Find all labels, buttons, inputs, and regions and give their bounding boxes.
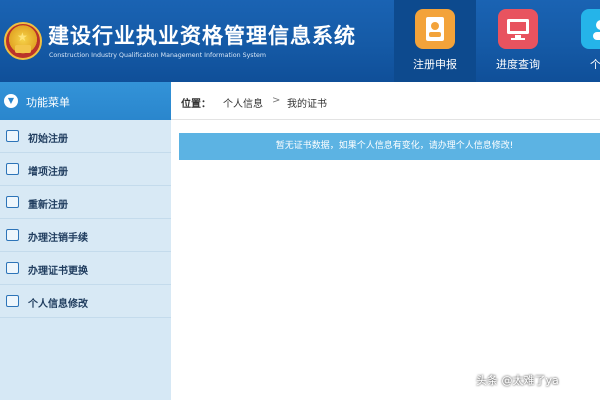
sidebar-item-label: 办理证书更换 — [28, 266, 88, 277]
sidebar-item-initial-registration[interactable]: 初始注册 — [0, 120, 171, 153]
chevron-down-icon: ▼ — [4, 94, 18, 108]
tab-label: 个人 — [590, 58, 600, 71]
grid-icon — [6, 295, 19, 307]
calendar-icon — [6, 262, 19, 274]
sidebar-item-label: 初始注册 — [28, 134, 68, 145]
sidebar-item-label: 增项注册 — [28, 167, 68, 178]
tab-label: 进度查询 — [496, 58, 540, 71]
monitor-icon — [498, 9, 538, 49]
sidebar: ▼ 功能菜单 初始注册 增项注册 重新注册 办理注销手续 办理证书更换 个人信息… — [0, 82, 171, 400]
sidebar-item-certificate-replacement[interactable]: 办理证书更换 — [0, 252, 171, 285]
tab-personal[interactable]: 个人 — [560, 0, 600, 82]
sidebar-item-additional-registration[interactable]: 增项注册 — [0, 153, 171, 186]
sidebar-item-label: 办理注销手续 — [28, 233, 88, 244]
tab-label: 注册申报 — [413, 58, 457, 71]
sidebar-item-label: 个人信息修改 — [28, 299, 88, 310]
tab-progress-query[interactable]: 进度查询 — [477, 0, 559, 82]
person-icon — [581, 9, 600, 49]
breadcrumb-separator: > — [272, 95, 281, 106]
national-emblem-icon: ★ — [4, 22, 42, 60]
register-icon — [6, 130, 19, 142]
app-subtitle: Construction Industry Qualification Mana… — [49, 52, 267, 59]
app-header: ★ 建设行业执业资格管理信息系统 Construction Industry Q… — [0, 0, 600, 82]
sidebar-item-cancellation[interactable]: 办理注销手续 — [0, 219, 171, 252]
chat-icon — [6, 163, 19, 175]
edit-icon — [6, 196, 19, 208]
watermark: 头条 @太难了ya — [476, 374, 559, 387]
sidebar-title: 功能菜单 — [26, 96, 70, 109]
sidebar-item-label: 重新注册 — [28, 200, 68, 211]
breadcrumb-label: 位置： — [181, 99, 211, 110]
calendar-icon — [6, 229, 19, 241]
contact-card-icon — [415, 9, 455, 49]
tab-registration[interactable]: 注册申报 — [394, 0, 476, 82]
no-certificate-notice: 暂无证书数据，如果个人信息有变化，请办理个人信息修改! — [179, 133, 600, 160]
breadcrumb-item-personal-info[interactable]: 个人信息 — [223, 95, 263, 110]
breadcrumb: 位置： 个人信息 > 我的证书 — [171, 82, 600, 120]
sidebar-item-re-registration[interactable]: 重新注册 — [0, 186, 171, 219]
sidebar-item-personal-info-edit[interactable]: 个人信息修改 — [0, 285, 171, 318]
app-title: 建设行业执业资格管理信息系统 — [48, 24, 356, 48]
breadcrumb-item-my-certificates: 我的证书 — [287, 99, 327, 110]
sidebar-header[interactable]: ▼ 功能菜单 — [0, 82, 171, 120]
